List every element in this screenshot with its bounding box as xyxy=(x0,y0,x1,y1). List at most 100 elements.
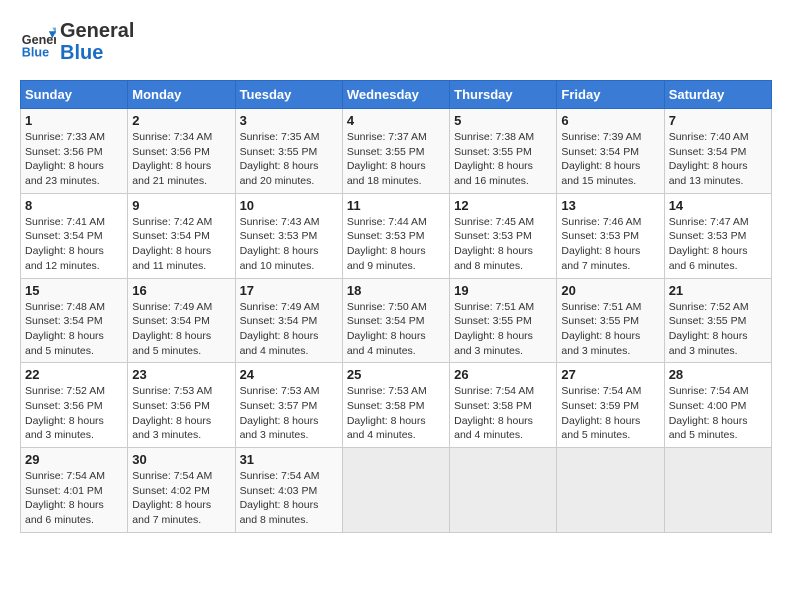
day-number: 18 xyxy=(347,283,445,298)
day-info: Sunrise: 7:35 AMSunset: 3:55 PMDaylight:… xyxy=(240,130,338,189)
day-number: 16 xyxy=(132,283,230,298)
day-info: Sunrise: 7:42 AMSunset: 3:54 PMDaylight:… xyxy=(132,215,230,274)
day-info: Sunrise: 7:54 AMSunset: 4:03 PMDaylight:… xyxy=(240,469,338,528)
day-cell-11: 11 Sunrise: 7:44 AMSunset: 3:53 PMDayligh… xyxy=(342,193,449,278)
day-info: Sunrise: 7:48 AMSunset: 3:54 PMDaylight:… xyxy=(25,300,123,359)
weekday-header-thursday: Thursday xyxy=(450,81,557,109)
day-info: Sunrise: 7:49 AMSunset: 3:54 PMDaylight:… xyxy=(132,300,230,359)
day-info: Sunrise: 7:45 AMSunset: 3:53 PMDaylight:… xyxy=(454,215,552,274)
logo: General Blue General Blue xyxy=(20,20,134,64)
day-cell-9: 9 Sunrise: 7:42 AMSunset: 3:54 PMDaylight… xyxy=(128,193,235,278)
day-cell-14: 14 Sunrise: 7:47 AMSunset: 3:53 PMDayligh… xyxy=(664,193,771,278)
day-info: Sunrise: 7:54 AMSunset: 4:00 PMDaylight:… xyxy=(669,384,767,443)
day-number: 30 xyxy=(132,452,230,467)
svg-text:Blue: Blue xyxy=(22,45,49,59)
day-number: 8 xyxy=(25,198,123,213)
empty-day-cell xyxy=(342,448,449,533)
day-info: Sunrise: 7:46 AMSunset: 3:53 PMDaylight:… xyxy=(561,215,659,274)
day-number: 28 xyxy=(669,367,767,382)
day-info: Sunrise: 7:53 AMSunset: 3:56 PMDaylight:… xyxy=(132,384,230,443)
day-cell-28: 28 Sunrise: 7:54 AMSunset: 4:00 PMDayligh… xyxy=(664,363,771,448)
day-cell-4: 4 Sunrise: 7:37 AMSunset: 3:55 PMDaylight… xyxy=(342,109,449,194)
weekday-header-friday: Friday xyxy=(557,81,664,109)
day-info: Sunrise: 7:50 AMSunset: 3:54 PMDaylight:… xyxy=(347,300,445,359)
day-info: Sunrise: 7:37 AMSunset: 3:55 PMDaylight:… xyxy=(347,130,445,189)
day-cell-31: 31Sunrise: 7:54 AMSunset: 4:03 PMDayligh… xyxy=(235,448,342,533)
day-number: 3 xyxy=(240,113,338,128)
calendar-week-row: 1Sunrise: 7:33 AMSunset: 3:56 PMDaylight… xyxy=(21,109,772,194)
day-info: Sunrise: 7:54 AMSunset: 4:02 PMDaylight:… xyxy=(132,469,230,528)
day-cell-29: 29 Sunrise: 7:54 AMSunset: 4:01 PMDayligh… xyxy=(21,448,128,533)
day-cell-26: 26 Sunrise: 7:54 AMSunset: 3:58 PMDayligh… xyxy=(450,363,557,448)
day-info: Sunrise: 7:54 AMSunset: 4:01 PMDaylight:… xyxy=(25,469,123,528)
logo-icon: General Blue xyxy=(20,24,56,60)
day-info: Sunrise: 7:52 AMSunset: 3:56 PMDaylight:… xyxy=(25,384,123,443)
calendar-week-row: 22 Sunrise: 7:52 AMSunset: 3:56 PMDayligh… xyxy=(21,363,772,448)
day-number: 9 xyxy=(132,198,230,213)
day-cell-27: 27 Sunrise: 7:54 AMSunset: 3:59 PMDayligh… xyxy=(557,363,664,448)
day-cell-10: 10 Sunrise: 7:43 AMSunset: 3:53 PMDayligh… xyxy=(235,193,342,278)
day-number: 27 xyxy=(561,367,659,382)
day-number: 10 xyxy=(240,198,338,213)
day-cell-8: 8 Sunrise: 7:41 AMSunset: 3:54 PMDaylight… xyxy=(21,193,128,278)
day-cell-16: 16 Sunrise: 7:49 AMSunset: 3:54 PMDayligh… xyxy=(128,278,235,363)
day-cell-19: 19 Sunrise: 7:51 AMSunset: 3:55 PMDayligh… xyxy=(450,278,557,363)
day-number: 13 xyxy=(561,198,659,213)
day-number: 15 xyxy=(25,283,123,298)
day-info: Sunrise: 7:49 AMSunset: 3:54 PMDaylight:… xyxy=(240,300,338,359)
day-cell-13: 13 Sunrise: 7:46 AMSunset: 3:53 PMDayligh… xyxy=(557,193,664,278)
day-cell-15: 15 Sunrise: 7:48 AMSunset: 3:54 PMDayligh… xyxy=(21,278,128,363)
day-number: 24 xyxy=(240,367,338,382)
day-number: 19 xyxy=(454,283,552,298)
empty-day-cell xyxy=(450,448,557,533)
day-cell-25: 25 Sunrise: 7:53 AMSunset: 3:58 PMDayligh… xyxy=(342,363,449,448)
empty-day-cell xyxy=(664,448,771,533)
day-number: 25 xyxy=(347,367,445,382)
day-cell-22: 22 Sunrise: 7:52 AMSunset: 3:56 PMDayligh… xyxy=(21,363,128,448)
weekday-header-sunday: Sunday xyxy=(21,81,128,109)
day-number: 17 xyxy=(240,283,338,298)
calendar-week-row: 29 Sunrise: 7:54 AMSunset: 4:01 PMDayligh… xyxy=(21,448,772,533)
empty-day-cell xyxy=(557,448,664,533)
day-info: Sunrise: 7:51 AMSunset: 3:55 PMDaylight:… xyxy=(454,300,552,359)
day-number: 23 xyxy=(132,367,230,382)
weekday-header-row: SundayMondayTuesdayWednesdayThursdayFrid… xyxy=(21,81,772,109)
day-number: 14 xyxy=(669,198,767,213)
day-cell-7: 7Sunrise: 7:40 AMSunset: 3:54 PMDaylight… xyxy=(664,109,771,194)
day-cell-20: 20Sunrise: 7:51 AMSunset: 3:55 PMDayligh… xyxy=(557,278,664,363)
day-number: 21 xyxy=(669,283,767,298)
day-info: Sunrise: 7:44 AMSunset: 3:53 PMDaylight:… xyxy=(347,215,445,274)
day-number: 20 xyxy=(561,283,659,298)
day-cell-5: 5Sunrise: 7:38 AMSunset: 3:55 PMDaylight… xyxy=(450,109,557,194)
day-number: 1 xyxy=(25,113,123,128)
day-info: Sunrise: 7:41 AMSunset: 3:54 PMDaylight:… xyxy=(25,215,123,274)
day-number: 26 xyxy=(454,367,552,382)
day-info: Sunrise: 7:47 AMSunset: 3:53 PMDaylight:… xyxy=(669,215,767,274)
day-cell-24: 24 Sunrise: 7:53 AMSunset: 3:57 PMDayligh… xyxy=(235,363,342,448)
day-number: 6 xyxy=(561,113,659,128)
day-number: 2 xyxy=(132,113,230,128)
day-cell-18: 18 Sunrise: 7:50 AMSunset: 3:54 PMDayligh… xyxy=(342,278,449,363)
day-info: Sunrise: 7:54 AMSunset: 3:59 PMDaylight:… xyxy=(561,384,659,443)
day-info: Sunrise: 7:53 AMSunset: 3:57 PMDaylight:… xyxy=(240,384,338,443)
calendar-week-row: 8 Sunrise: 7:41 AMSunset: 3:54 PMDaylight… xyxy=(21,193,772,278)
page-header: General Blue General Blue xyxy=(20,20,772,64)
day-number: 5 xyxy=(454,113,552,128)
day-number: 29 xyxy=(25,452,123,467)
day-number: 22 xyxy=(25,367,123,382)
calendar-week-row: 15 Sunrise: 7:48 AMSunset: 3:54 PMDayligh… xyxy=(21,278,772,363)
weekday-header-tuesday: Tuesday xyxy=(235,81,342,109)
weekday-header-saturday: Saturday xyxy=(664,81,771,109)
day-info: Sunrise: 7:54 AMSunset: 3:58 PMDaylight:… xyxy=(454,384,552,443)
day-info: Sunrise: 7:43 AMSunset: 3:53 PMDaylight:… xyxy=(240,215,338,274)
day-number: 11 xyxy=(347,198,445,213)
logo-general: General xyxy=(60,20,134,42)
day-info: Sunrise: 7:52 AMSunset: 3:55 PMDaylight:… xyxy=(669,300,767,359)
day-cell-21: 21 Sunrise: 7:52 AMSunset: 3:55 PMDayligh… xyxy=(664,278,771,363)
day-info: Sunrise: 7:53 AMSunset: 3:58 PMDaylight:… xyxy=(347,384,445,443)
day-cell-30: 30 Sunrise: 7:54 AMSunset: 4:02 PMDayligh… xyxy=(128,448,235,533)
day-number: 4 xyxy=(347,113,445,128)
day-info: Sunrise: 7:34 AMSunset: 3:56 PMDaylight:… xyxy=(132,130,230,189)
logo-blue: Blue xyxy=(60,42,134,64)
day-cell-2: 2 Sunrise: 7:34 AMSunset: 3:56 PMDaylight… xyxy=(128,109,235,194)
